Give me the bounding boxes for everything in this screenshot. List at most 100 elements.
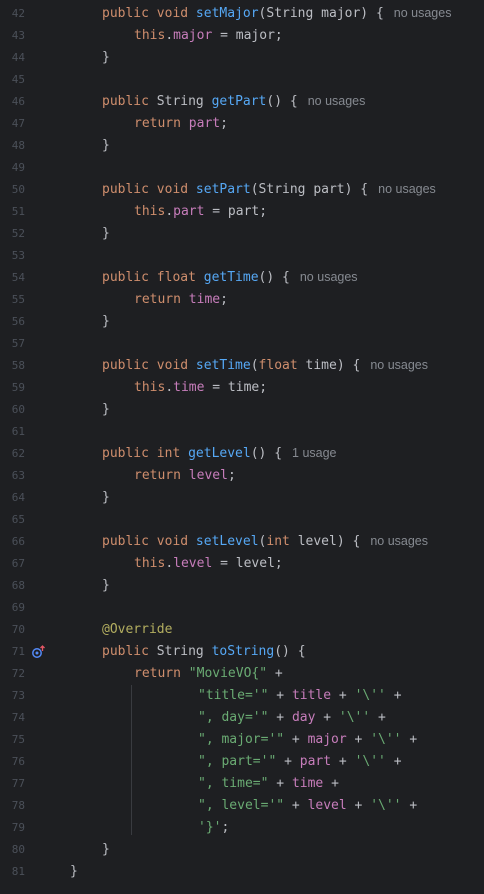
code-line[interactable]: 71 public String toString() {: [0, 641, 484, 663]
code-line[interactable]: 69: [0, 597, 484, 619]
code-token: +: [401, 732, 418, 747]
code-text: public String getPart() {no usages: [102, 94, 365, 109]
code-token: this: [134, 28, 166, 43]
line-number: 47: [11, 117, 25, 130]
line-number: 76: [11, 755, 25, 768]
code-line[interactable]: 53: [0, 245, 484, 267]
usage-hint[interactable]: no usages: [300, 270, 358, 284]
code-line[interactable]: 48}: [0, 135, 484, 157]
code-token: +: [385, 754, 402, 769]
code-text: }: [102, 402, 110, 417]
code-token: ", level='": [198, 798, 285, 813]
code-token: .: [165, 204, 174, 219]
code-text: return "MovieVO{" +: [134, 666, 283, 681]
code-line[interactable]: 43 this.major = major;: [0, 25, 484, 47]
code-line[interactable]: 50 public void setPart(String part) {no u…: [0, 179, 484, 201]
line-number: 75: [11, 733, 25, 746]
code-token: time: [173, 380, 205, 395]
code-token: }: [102, 50, 110, 65]
line-number: 62: [11, 447, 25, 460]
code-line[interactable]: 59 this.time = time;: [0, 377, 484, 399]
code-line[interactable]: 45: [0, 69, 484, 91]
usage-hint[interactable]: no usages: [394, 6, 452, 20]
code-token: level: [173, 556, 213, 571]
code-text: @Override: [102, 622, 172, 637]
line-number: 42: [11, 7, 25, 20]
usage-hint[interactable]: no usages: [370, 358, 428, 372]
code-token: public void: [102, 358, 196, 373]
code-line[interactable]: 60}: [0, 399, 484, 421]
code-line[interactable]: 77 ", time=" + time +: [0, 773, 484, 795]
usage-hint[interactable]: 1 usage: [292, 446, 336, 460]
code-line[interactable]: 75 ", major='" + major + '\'' +: [0, 729, 484, 751]
line-number: 70: [11, 623, 25, 636]
code-line[interactable]: 63 return level;: [0, 465, 484, 487]
line-number: 51: [11, 205, 25, 218]
code-token: (String part) {: [250, 182, 369, 197]
code-line[interactable]: 74 ", day='" + day + '\'' +: [0, 707, 484, 729]
code-token: '\'': [370, 732, 402, 747]
code-line[interactable]: 81}: [0, 861, 484, 883]
code-token: part: [188, 116, 221, 131]
code-line[interactable]: 67 this.level = level;: [0, 553, 484, 575]
code-line[interactable]: 72 return "MovieVO{" +: [0, 663, 484, 685]
usage-hint[interactable]: no usages: [370, 534, 428, 548]
code-token: time) {: [305, 358, 361, 373]
code-line[interactable]: 78 ", level='" + level + '\'' +: [0, 795, 484, 817]
code-line[interactable]: 49: [0, 157, 484, 179]
code-line[interactable]: 68}: [0, 575, 484, 597]
code-token: public float: [102, 270, 204, 285]
code-token: toString: [211, 644, 275, 659]
override-method-icon[interactable]: [31, 645, 45, 659]
code-token: setMajor: [195, 6, 259, 21]
code-line[interactable]: 44}: [0, 47, 484, 69]
code-token: +: [346, 798, 371, 813]
code-line[interactable]: 56}: [0, 311, 484, 333]
code-text: ", major='" + major + '\'' +: [198, 732, 417, 747]
code-line[interactable]: 52}: [0, 223, 484, 245]
code-line[interactable]: 58 public void setTime(float time) {no us…: [0, 355, 484, 377]
code-line[interactable]: 79 '}';: [0, 817, 484, 839]
code-token: part: [299, 754, 332, 769]
code-token: +: [267, 666, 283, 681]
code-editor[interactable]: 42 public void setMajor(String major) {no…: [0, 0, 484, 894]
code-token: () {: [250, 446, 283, 461]
usage-hint[interactable]: no usages: [308, 94, 366, 108]
code-line[interactable]: 42 public void setMajor(String major) {no…: [0, 3, 484, 25]
code-text: }: [102, 50, 110, 65]
code-text: this.major = major;: [134, 28, 283, 43]
code-line[interactable]: 47 return part;: [0, 113, 484, 135]
code-line[interactable]: 80}: [0, 839, 484, 861]
code-line[interactable]: 55 return time;: [0, 289, 484, 311]
code-line[interactable]: 51 this.part = part;: [0, 201, 484, 223]
code-token: }: [102, 402, 110, 417]
code-line[interactable]: 57: [0, 333, 484, 355]
code-token: +: [370, 710, 386, 725]
code-line[interactable]: 61: [0, 421, 484, 443]
code-text: }: [70, 864, 78, 879]
code-token: "title='": [198, 688, 269, 703]
code-token: '\'': [370, 798, 402, 813]
code-text: this.level = level;: [134, 556, 283, 571]
code-text: ", part='" + part + '\'' +: [198, 754, 402, 769]
code-token: }: [102, 226, 110, 241]
code-token: getPart: [211, 94, 267, 109]
code-token: ;: [220, 292, 228, 307]
code-line[interactable]: 70 @Override: [0, 619, 484, 641]
line-number: 61: [11, 425, 25, 438]
code-line[interactable]: 62 public int getLevel() {1 usage: [0, 443, 484, 465]
code-line[interactable]: 73 "title='" + title + '\'' +: [0, 685, 484, 707]
code-token: public: [102, 94, 157, 109]
usage-hint[interactable]: no usages: [378, 182, 436, 196]
code-line[interactable]: 64}: [0, 487, 484, 509]
code-text: this.time = time;: [134, 380, 267, 395]
code-line[interactable]: 76 ", part='" + part + '\'' +: [0, 751, 484, 773]
code-line[interactable]: 46 public String getPart() {no usages: [0, 91, 484, 113]
line-number: 71: [11, 645, 25, 658]
code-line[interactable]: 66 public void setLevel(int level) {no us…: [0, 531, 484, 553]
line-number: 50: [11, 183, 25, 196]
code-line[interactable]: 65: [0, 509, 484, 531]
code-token: getTime: [203, 270, 259, 285]
code-token: }: [102, 314, 110, 329]
code-line[interactable]: 54 public float getTime() {no usages: [0, 267, 484, 289]
